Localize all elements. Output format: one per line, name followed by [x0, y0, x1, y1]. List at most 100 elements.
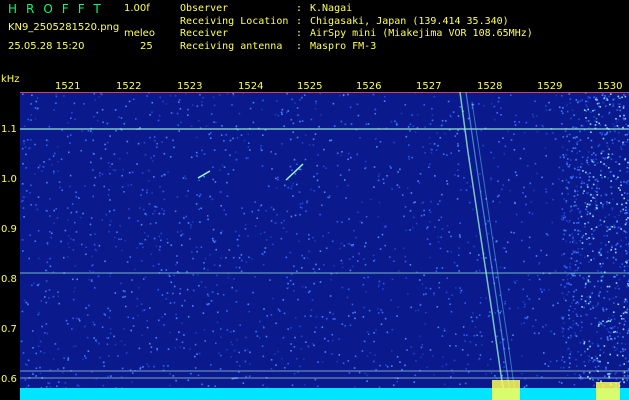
- header: HROFFT 1.00f KN9_2505281520.png meleo 25…: [0, 0, 629, 75]
- noise-pixel: [65, 319, 68, 322]
- noise-pixel: [625, 181, 628, 184]
- noise-pixel: [232, 169, 235, 171]
- noise-pixel: [571, 253, 573, 255]
- noise-pixel: [76, 384, 79, 387]
- noise-pixel: [610, 180, 612, 182]
- noise-pixel: [569, 210, 572, 213]
- noise-pixel: [216, 321, 219, 324]
- noise-pixel: [411, 114, 413, 116]
- noise-pixel: [571, 109, 574, 111]
- noise-pixel: [450, 235, 452, 238]
- noise-pixel: [92, 195, 94, 198]
- noise-pixel: [53, 209, 55, 212]
- noise-pixel: [368, 309, 371, 312]
- noise-pixel: [187, 108, 189, 111]
- noise-pixel: [104, 148, 107, 150]
- noise-pixel: [55, 93, 57, 95]
- noise-pixel: [616, 125, 619, 127]
- noise-pixel: [507, 179, 510, 181]
- noise-pixel: [612, 105, 615, 107]
- noise-pixel: [139, 126, 141, 129]
- noise-pixel: [612, 103, 614, 105]
- noise-pixel: [614, 276, 616, 278]
- noise-pixel: [90, 161, 92, 164]
- noise-pixel: [566, 374, 569, 377]
- noise-pixel: [201, 104, 203, 107]
- noise-pixel: [565, 199, 568, 202]
- noise-pixel: [504, 247, 506, 250]
- noise-pixel: [232, 137, 234, 140]
- noise-pixel: [436, 306, 439, 308]
- noise-pixel: [422, 293, 425, 296]
- noise-pixel: [605, 368, 607, 370]
- noise-pixel: [619, 364, 621, 367]
- noise-pixel: [523, 186, 525, 189]
- noise-pixel: [357, 260, 359, 262]
- noise-pixel: [192, 274, 195, 276]
- noise-pixel: [469, 252, 471, 254]
- noise-pixel: [275, 322, 277, 325]
- noise-pixel: [238, 257, 241, 259]
- noise-pixel: [197, 274, 199, 276]
- noise-pixel: [340, 242, 343, 245]
- noise-pixel: [561, 254, 563, 256]
- noise-pixel: [497, 180, 499, 183]
- noise-pixel: [419, 304, 422, 306]
- noise-pixel: [620, 228, 622, 230]
- noise-pixel: [603, 163, 605, 165]
- noise-pixel: [446, 183, 449, 185]
- noise-pixel: [218, 94, 221, 96]
- noise-pixel: [405, 277, 407, 279]
- noise-pixel: [626, 166, 629, 169]
- noise-pixel: [595, 121, 598, 123]
- noise-pixel: [464, 340, 466, 342]
- noise-pixel: [331, 240, 334, 243]
- noise-pixel: [572, 319, 575, 322]
- noise-pixel: [609, 331, 612, 334]
- noise-pixel: [64, 382, 67, 384]
- noise-pixel: [314, 331, 316, 333]
- noise-pixel: [435, 149, 438, 151]
- noise-pixel: [41, 170, 43, 172]
- noise-pixel: [563, 156, 565, 159]
- noise-pixel: [190, 156, 193, 159]
- noise-pixel: [244, 360, 247, 363]
- noise-pixel: [161, 208, 163, 210]
- noise-pixel: [85, 253, 87, 256]
- noise-pixel: [623, 323, 626, 326]
- noise-pixel: [580, 182, 583, 185]
- noise-pixel: [143, 309, 146, 311]
- noise-pixel: [261, 165, 264, 167]
- noise-pixel: [564, 286, 566, 288]
- noise-pixel: [597, 180, 599, 183]
- noise-pixel: [472, 208, 474, 211]
- noise-pixel: [562, 154, 565, 156]
- noise-pixel: [595, 158, 597, 161]
- noise-pixel: [291, 384, 294, 386]
- noise-pixel: [574, 229, 576, 231]
- noise-pixel: [541, 291, 543, 293]
- noise-pixel: [568, 93, 571, 95]
- noise-pixel: [525, 203, 527, 206]
- noise-pixel: [270, 206, 273, 209]
- noise-pixel: [591, 357, 593, 359]
- noise-pixel: [101, 173, 104, 175]
- noise-pixel: [368, 333, 370, 335]
- noise-pixel: [322, 235, 324, 237]
- noise-pixel: [564, 266, 566, 268]
- noise-pixel: [102, 121, 104, 124]
- noise-pixel: [608, 111, 611, 114]
- noise-pixel: [565, 266, 568, 269]
- noise-pixel: [377, 174, 380, 177]
- noise-pixel: [623, 230, 626, 232]
- noise-pixel: [294, 214, 297, 217]
- noise-pixel: [579, 274, 581, 277]
- noise-pixel: [443, 329, 446, 332]
- noise-pixel: [222, 294, 225, 296]
- noise-pixel: [67, 359, 69, 361]
- noise-pixel: [270, 359, 273, 361]
- noise-pixel: [56, 385, 58, 387]
- noise-pixel: [220, 354, 222, 357]
- noise-pixel: [530, 201, 532, 203]
- noise-pixel: [558, 381, 561, 383]
